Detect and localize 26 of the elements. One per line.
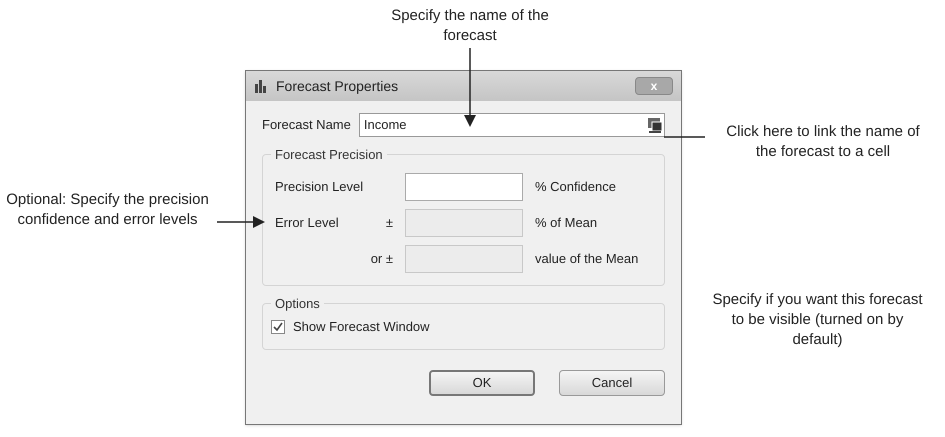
checkbox-label: Show Forecast Window [293,318,430,336]
group-title: Options [274,294,321,313]
callout-text: Click here to link the name of the forecast to a cell [725,122,921,162]
unit-label: value of the Mean [535,250,638,268]
group-title: Forecast Precision [274,146,384,164]
plus-minus-label: ± [386,214,393,232]
leader-line [217,216,265,228]
unit-label: % Confidence [535,178,616,196]
row-label: Precision Level [274,178,364,196]
field-label: Forecast Name [262,116,351,134]
dialog-button[interactable]: OK [429,370,535,396]
callout-text: Specify the name of the forecast [390,6,550,46]
dialog-button[interactable]: Cancel [559,370,665,396]
leader-line [664,136,705,138]
unit-label: % of Mean [535,214,598,232]
link-cell-icon[interactable] [646,116,664,134]
row-label: Error Level [274,214,339,232]
callout-text: Optional: Specify the precision confidence and error levels [5,190,210,230]
plus-minus-label: or ± [370,250,393,268]
checkbox[interactable] [271,320,285,334]
window-title: Forecast Properties [276,76,400,96]
callout-text: Specify if you want this forecast to be visible (turned on by default) [711,290,924,350]
check-icon [273,322,283,332]
value-field[interactable] [405,172,523,200]
name-field[interactable]: Income [358,113,665,137]
chart-icon [254,79,268,93]
